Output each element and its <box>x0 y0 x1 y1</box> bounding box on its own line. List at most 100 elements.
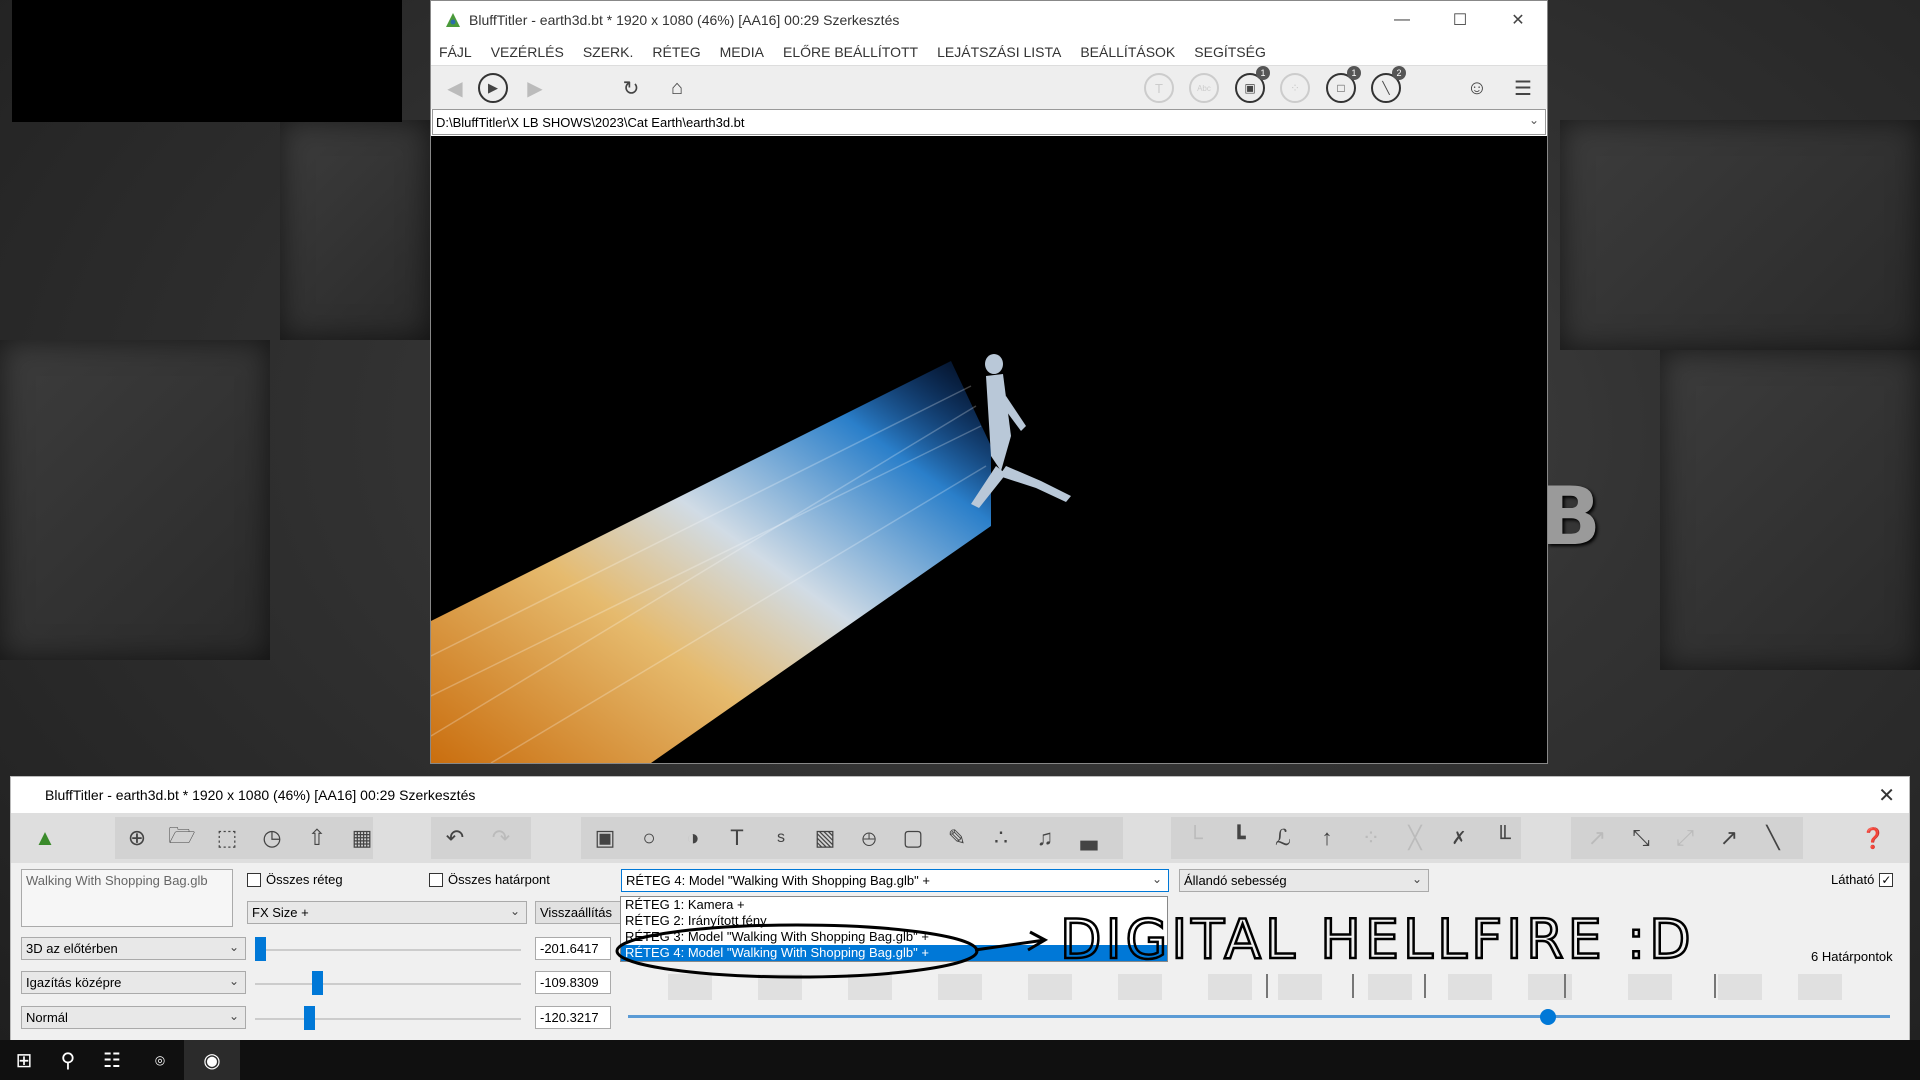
value-x-input[interactable]: -201.6417 <box>535 937 611 960</box>
delete-layer-icon[interactable]: ✗ <box>1443 822 1475 854</box>
keyframe-marker[interactable] <box>1266 974 1268 998</box>
value-y-input[interactable]: -109.8309 <box>535 971 611 994</box>
main-toolbar: ◀ ▶ ▶ ↻ ⌂ T Abc ▣ 1 ⁘ □ 1 ╲ 2 ☺ ☰ <box>431 65 1547 109</box>
dropdown-option[interactable]: RÉTEG 3: Model "Walking With Shopping Ba… <box>621 929 1167 945</box>
keyframe-marker[interactable] <box>1714 974 1716 998</box>
group-icon[interactable]: ⁘ <box>1355 822 1387 854</box>
refresh-icon[interactable]: ↻ <box>615 72 647 104</box>
menu-file[interactable]: FÁJL <box>439 44 472 60</box>
help-icon[interactable]: ❓ <box>1857 822 1889 854</box>
text-fx-icon[interactable]: ↗ <box>1581 822 1613 854</box>
chevron-down-icon[interactable]: ⌄ <box>1529 113 1539 127</box>
clock-icon[interactable]: ◷ <box>256 822 288 854</box>
close-icon[interactable]: ✕ <box>1878 783 1895 808</box>
bg-tile <box>1560 120 1920 350</box>
fx-select[interactable]: FX Size + ⌄ <box>247 901 527 924</box>
layer-select[interactable]: RÉTEG 4: Model "Walking With Shopping Ba… <box>621 869 1169 892</box>
light-streak <box>431 361 991 763</box>
speed-select[interactable]: Állandó sebesség ⌄ <box>1179 869 1429 892</box>
open-icon[interactable]: 🗁 <box>166 822 198 854</box>
add-icon[interactable]: ⊕ <box>121 822 153 854</box>
film-icon[interactable]: ▦ <box>346 822 378 854</box>
undo-icon[interactable]: ↶ <box>439 822 471 854</box>
mode-select-3[interactable]: Normál ⌄ <box>21 1006 246 1029</box>
blufftitler-taskbar-icon[interactable]: ◉ <box>184 1040 240 1080</box>
shape-icon[interactable]: ⦺ <box>853 822 885 854</box>
dropdown-option-selected[interactable]: RÉTEG 4: Model "Walking With Shopping Ba… <box>621 945 1167 961</box>
redo-icon[interactable]: ↷ <box>485 822 517 854</box>
menu-help[interactable]: SEGÍTSÉG <box>1194 44 1266 60</box>
abc-icon[interactable]: Abc <box>1189 73 1219 103</box>
forward-icon[interactable]: ▶ <box>519 72 551 104</box>
home-icon[interactable]: ⌂ <box>661 72 693 104</box>
text-icon[interactable]: T <box>721 822 753 854</box>
text-layer-icon[interactable]: T <box>1144 73 1174 103</box>
path-combobox[interactable]: D:\BluffTitler\X LB SHOWS\2023\Cat Earth… <box>432 109 1546 135</box>
layer-bottom-icon[interactable]: ╙ <box>1487 822 1519 854</box>
menu-control[interactable]: VEZÉRLÉS <box>491 44 564 60</box>
menu-media[interactable]: MEDIA <box>720 44 764 60</box>
image-fx-icon[interactable]: ⤡ <box>1625 822 1657 854</box>
play-icon[interactable]: ▶ <box>478 73 508 103</box>
task-view-icon[interactable]: ☷ <box>88 1040 136 1080</box>
particle-fx-icon[interactable]: ⤢ <box>1669 822 1701 854</box>
reset-button[interactable]: Visszaállítás <box>535 901 621 924</box>
import-icon[interactable]: ⇧ <box>301 822 333 854</box>
back-icon[interactable]: ◀ <box>439 72 471 104</box>
menu-layer[interactable]: RÉTEG <box>652 44 700 60</box>
light-icon[interactable]: ○ <box>633 822 665 854</box>
cube-icon[interactable]: ▢ <box>897 822 929 854</box>
particle-icon[interactable]: ⁘ <box>1280 73 1310 103</box>
small-text-icon[interactable]: s <box>765 822 797 854</box>
time-slider-thumb[interactable] <box>1540 1009 1556 1025</box>
value-z-input[interactable]: -120.3217 <box>535 1006 611 1029</box>
crop-icon[interactable]: ⬚ <box>211 822 243 854</box>
menu-presets[interactable]: ELŐRE BEÁLLÍTOTT <box>783 44 918 60</box>
dell-icon[interactable]: ◎ <box>136 1040 184 1080</box>
maximize-button[interactable]: ☐ <box>1431 1 1489 39</box>
visible-checkbox[interactable]: Látható ✓ <box>1831 872 1898 887</box>
chart-icon[interactable]: ▃ <box>1073 822 1105 854</box>
keyframe-marker[interactable] <box>1352 974 1354 998</box>
toolbar-group <box>115 817 373 859</box>
all-layers-checkbox[interactable]: Összes réteg <box>247 872 343 887</box>
search-icon[interactable]: ⚲ <box>44 1040 92 1080</box>
music-icon[interactable]: ♫ <box>1029 822 1061 854</box>
slider-y[interactable] <box>312 971 323 995</box>
users-icon[interactable]: ☺ <box>1461 72 1493 104</box>
particles-icon[interactable]: ∴ <box>985 822 1017 854</box>
keyframe-marker[interactable] <box>1424 974 1426 998</box>
keyframe-marker[interactable] <box>1564 974 1566 998</box>
slider-x[interactable] <box>255 937 266 961</box>
camera-icon[interactable]: ▣ <box>589 822 621 854</box>
chevron-down-icon: ⌄ <box>509 904 520 918</box>
menu-edit[interactable]: SZERK. <box>583 44 634 60</box>
mode-select-1[interactable]: 3D az előtérben ⌄ <box>21 937 246 960</box>
slider-z[interactable] <box>304 1006 315 1030</box>
menu-settings[interactable]: BEÁLLÍTÁSOK <box>1080 44 1175 60</box>
all-keys-checkbox[interactable]: Összes határpont <box>429 872 550 887</box>
layer-down-icon[interactable]: ┗ <box>1223 822 1255 854</box>
layer-icon[interactable]: └ <box>1179 822 1211 854</box>
tool-fx-icon[interactable]: ╲ <box>1757 822 1789 854</box>
pen-icon[interactable]: ✎ <box>941 822 973 854</box>
hamburger-menu-icon[interactable]: ☰ <box>1507 72 1539 104</box>
picture-icon[interactable]: ▧ <box>809 822 841 854</box>
windows-start-icon[interactable]: ⊞ <box>0 1040 48 1080</box>
dropdown-option[interactable]: RÉTEG 2: Irányított fény <box>621 913 1167 929</box>
layer-name-field[interactable]: Walking With Shopping Bag.glb <box>21 869 233 927</box>
minimize-button[interactable]: — <box>1373 1 1431 39</box>
title-bar: BluffTitler - earth3d.bt * 1920 x 1080 (… <box>431 1 1547 39</box>
model-fx-icon[interactable]: ↗ <box>1713 822 1745 854</box>
menu-playlist[interactable]: LEJÁTSZÁSI LISTA <box>937 44 1061 60</box>
split-icon[interactable]: ╳ <box>1399 822 1431 854</box>
link-icon[interactable]: ℒ <box>1267 822 1299 854</box>
dropdown-option[interactable]: RÉTEG 1: Kamera + <box>621 897 1167 913</box>
mode-select-2[interactable]: Igazítás középre ⌄ <box>21 971 246 994</box>
brush-icon[interactable]: ◑ <box>677 822 709 854</box>
timeline-track[interactable] <box>628 974 1890 1000</box>
layer-up-icon[interactable]: ↑ <box>1311 822 1343 854</box>
preview-viewport[interactable] <box>431 136 1547 763</box>
time-slider-track[interactable] <box>628 1015 1890 1018</box>
close-button[interactable]: ✕ <box>1489 1 1547 39</box>
